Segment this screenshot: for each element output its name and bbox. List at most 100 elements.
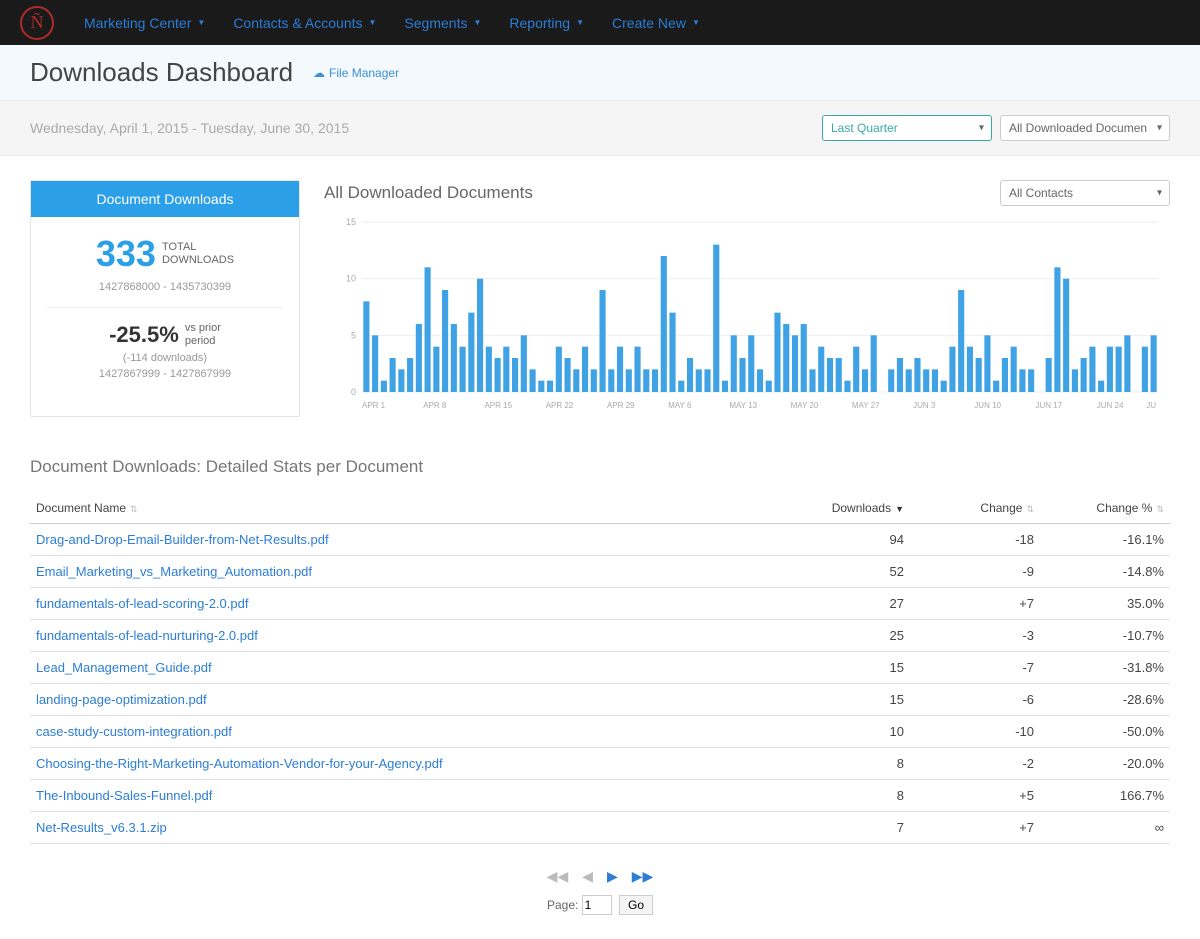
cell-change: +5 [910,780,1040,812]
cell-change-pct: -14.8% [1040,556,1170,588]
nav-item-0[interactable]: Marketing Center▼ [84,15,205,31]
document-link[interactable]: Net-Results_v6.3.1.zip [36,820,167,835]
document-link[interactable]: case-study-custom-integration.pdf [36,724,232,739]
svg-text:JUN 24: JUN 24 [1097,401,1124,410]
prev-page-icon[interactable]: ◀ [582,868,593,885]
svg-text:JUN 10: JUN 10 [974,401,1001,410]
sort-icon: ⇅ [130,504,138,514]
cell-downloads: 27 [780,588,910,620]
svg-text:MAY 6: MAY 6 [668,401,692,410]
cell-downloads: 15 [780,684,910,716]
cell-change-pct: ∞ [1040,812,1170,844]
table-row: Choosing-the-Right-Marketing-Automation-… [30,748,1170,780]
downloads-bar-chart: 051015APR 1APR 8APR 15APR 22APR 29MAY 6M… [324,214,1170,414]
svg-text:5: 5 [351,330,356,340]
svg-text:JUN 3: JUN 3 [913,401,936,410]
chart-area: All Downloaded Documents All Contacts 05… [324,180,1170,417]
svg-text:APR 1: APR 1 [362,401,386,410]
cell-change: -9 [910,556,1040,588]
date-range-text: Wednesday, April 1, 2015 - Tuesday, June… [30,120,814,136]
sort-icon: ⇅ [1026,504,1034,514]
document-filter-select[interactable]: All Downloaded Documents [1000,115,1170,141]
table-row: fundamentals-of-lead-nurturing-2.0.pdf25… [30,620,1170,652]
documents-table: Document Name⇅ Downloads▼ Change⇅ Change… [30,493,1170,844]
document-link[interactable]: fundamentals-of-lead-nurturing-2.0.pdf [36,628,258,643]
document-link[interactable]: Choosing-the-Right-Marketing-Automation-… [36,756,443,771]
cell-change: -7 [910,652,1040,684]
go-button[interactable]: Go [619,895,653,915]
nav-item-1[interactable]: Contacts & Accounts▼ [233,15,376,31]
nav-item-2[interactable]: Segments ▼ [404,15,481,31]
cell-downloads: 8 [780,780,910,812]
svg-text:JU: JU [1146,401,1156,410]
cell-change: -2 [910,748,1040,780]
nav-label: Segments [404,15,467,31]
table-row: landing-page-optimization.pdf 15-6-28.6% [30,684,1170,716]
col-document-name[interactable]: Document Name⇅ [30,493,780,524]
document-link[interactable]: fundamentals-of-lead-scoring-2.0.pdf [36,596,248,611]
period-select[interactable]: Last Quarter [822,115,992,141]
svg-text:APR 15: APR 15 [484,401,512,410]
cell-downloads: 15 [780,652,910,684]
nav-label: Marketing Center [84,15,191,31]
cell-change-pct: -28.6% [1040,684,1170,716]
pct-change-label: vs prior period [185,322,221,348]
logo: Ñ [20,6,54,40]
chevron-down-icon: ▼ [473,18,481,27]
svg-text:MAY 27: MAY 27 [852,401,880,410]
cell-change: -6 [910,684,1040,716]
col-change[interactable]: Change⇅ [910,493,1040,524]
col-downloads[interactable]: Downloads▼ [780,493,910,524]
svg-text:APR 8: APR 8 [423,401,447,410]
last-page-icon[interactable]: ▶▶ [632,868,654,885]
file-manager-link[interactable]: ☁ File Manager [313,66,399,80]
svg-text:10: 10 [346,274,356,284]
chevron-down-icon: ▼ [576,18,584,27]
cell-downloads: 7 [780,812,910,844]
document-link[interactable]: Lead_Management_Guide.pdf [36,660,212,675]
sort-icon: ⇅ [1156,504,1164,514]
document-link[interactable]: Drag-and-Drop-Email-Builder-from-Net-Res… [36,532,329,547]
nav-item-4[interactable]: Create New▼ [612,15,700,31]
table-row: Lead_Management_Guide.pdf 15-7-31.8% [30,652,1170,684]
id-range-2: 1427867999 - 1427867999 [47,368,283,380]
page-title: Downloads Dashboard [30,57,293,88]
svg-text:MAY 13: MAY 13 [729,401,757,410]
header-row: Downloads Dashboard ☁ File Manager [0,45,1200,101]
id-range-1: 1427868000 - 1435730399 [47,281,283,293]
table-row: case-study-custom-integration.pdf10-10-5… [30,716,1170,748]
cell-change-pct: -50.0% [1040,716,1170,748]
document-link[interactable]: landing-page-optimization.pdf [36,692,207,707]
contact-filter-select[interactable]: All Contacts [1000,180,1170,206]
pager: ◀◀ ◀ ▶ ▶▶ Page: Go [30,868,1170,915]
svg-text:APR 29: APR 29 [607,401,635,410]
cell-change-pct: -10.7% [1040,620,1170,652]
table-row: fundamentals-of-lead-scoring-2.0.pdf27+7… [30,588,1170,620]
cell-change: -10 [910,716,1040,748]
cell-change: -18 [910,524,1040,556]
cell-downloads: 52 [780,556,910,588]
nav-label: Contacts & Accounts [233,15,362,31]
document-link[interactable]: The-Inbound-Sales-Funnel.pdf [36,788,212,803]
first-page-icon[interactable]: ◀◀ [547,868,569,885]
date-filter-row: Wednesday, April 1, 2015 - Tuesday, June… [0,101,1200,156]
cell-change-pct: 166.7% [1040,780,1170,812]
chevron-down-icon: ▼ [692,18,700,27]
page-input[interactable] [582,895,612,915]
file-manager-label: File Manager [329,66,399,80]
next-page-icon[interactable]: ▶ [607,868,618,885]
cloud-icon: ☁ [313,66,325,80]
summary-card: Document Downloads 333 TOTAL DOWNLOADS 1… [30,180,300,417]
cell-change-pct: -16.1% [1040,524,1170,556]
cell-downloads: 8 [780,748,910,780]
col-change-pct[interactable]: Change %⇅ [1040,493,1170,524]
topbar: Ñ Marketing Center▼Contacts & Accounts▼S… [0,0,1200,45]
document-link[interactable]: Email_Marketing_vs_Marketing_Automation.… [36,564,312,579]
cell-downloads: 94 [780,524,910,556]
cell-change-pct: -31.8% [1040,652,1170,684]
chart-title: All Downloaded Documents [324,183,992,203]
nav-item-3[interactable]: Reporting▼ [509,15,584,31]
table-row: Drag-and-Drop-Email-Builder-from-Net-Res… [30,524,1170,556]
table-row: The-Inbound-Sales-Funnel.pdf 8+5166.7% [30,780,1170,812]
pct-change-number: -25.5% [109,322,179,348]
